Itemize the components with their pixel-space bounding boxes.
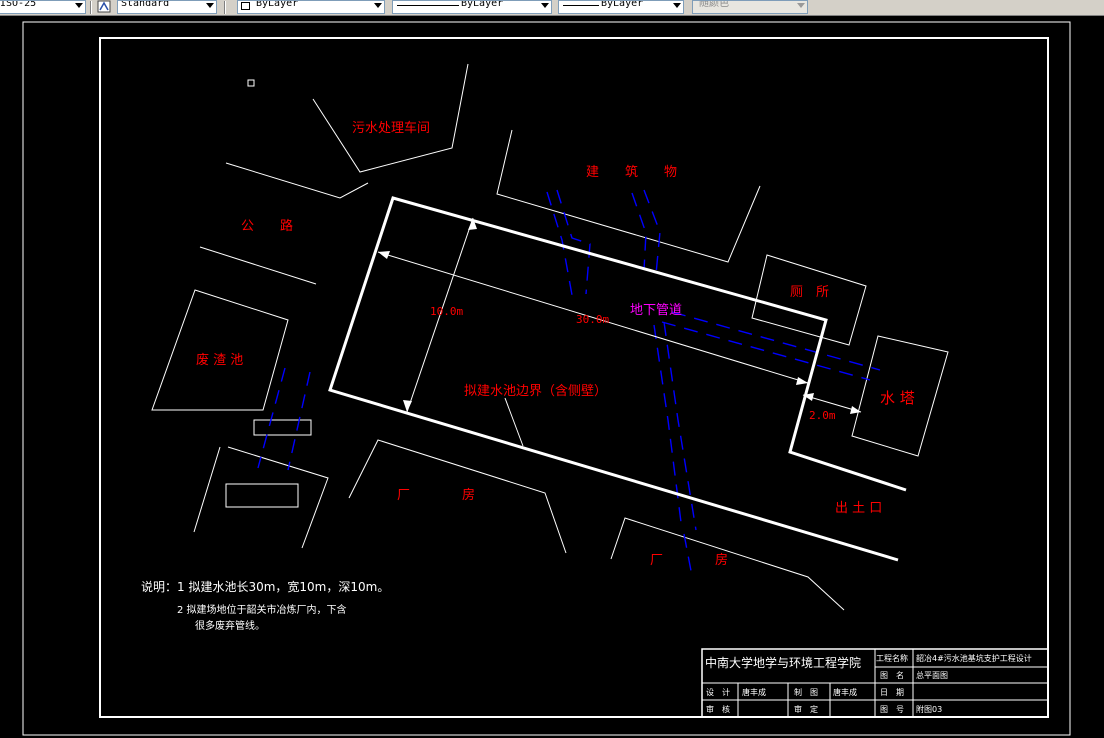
site-line-right bbox=[227, 446, 329, 549]
toolbar-separator bbox=[224, 1, 226, 14]
site-line-left bbox=[193, 446, 221, 533]
chevron-down-icon[interactable] bbox=[75, 3, 83, 8]
approve-label: 审 定 bbox=[794, 704, 818, 714]
lineweight-dropdown[interactable]: ByLayer bbox=[558, 0, 684, 14]
institution-name: 中南大学地学与环境工程学院 bbox=[705, 655, 861, 670]
label-slag-pool: 废 渣 池 bbox=[196, 352, 243, 368]
sheet-outer-border bbox=[22, 21, 1071, 736]
color-swatch-icon bbox=[241, 2, 250, 10]
date-label: 日 期 bbox=[880, 688, 904, 697]
pipe-line bbox=[287, 371, 311, 471]
road-edge-upper bbox=[225, 162, 369, 199]
dimension-width-text: 10.0m bbox=[430, 305, 463, 318]
chevron-down-icon[interactable] bbox=[206, 3, 214, 8]
sewage-workshop-outline bbox=[312, 63, 469, 173]
chevron-down-icon[interactable] bbox=[374, 3, 382, 8]
toilet-outline bbox=[751, 254, 867, 346]
pool-boundary bbox=[328, 196, 907, 562]
linetype-value: ByLayer bbox=[461, 0, 504, 9]
chevron-down-icon[interactable] bbox=[673, 3, 681, 8]
pipe-line bbox=[643, 189, 661, 275]
textstyle-value: Standard bbox=[121, 0, 170, 9]
drawing-canvas[interactable]: 污水处理车间 公 路 建 筑 物 厕 所 废 渣 池 水 塔 拟建水池边界（含侧… bbox=[0, 16, 1104, 738]
lineweight-value: ByLayer bbox=[601, 0, 644, 9]
design-label: 设 计 bbox=[706, 687, 730, 697]
chevron-down-icon[interactable] bbox=[797, 3, 805, 8]
plotstyle-value: 随颜色 bbox=[699, 0, 729, 9]
label-soil-exit: 出 土 口 bbox=[835, 501, 882, 516]
slag-pool-outline bbox=[151, 289, 289, 411]
label-road: 公 路 bbox=[241, 218, 293, 234]
note-line-2: 2 拟建场地位于韶关市冶炼厂内，下含 bbox=[177, 603, 347, 616]
project-name-value: 韶冶4#污水池基坑支护工程设计 bbox=[916, 653, 1032, 663]
text-style-icon[interactable] bbox=[97, 0, 111, 13]
pool-boundary-line bbox=[328, 196, 907, 562]
dimension-lines bbox=[377, 217, 862, 447]
point-marker bbox=[247, 79, 255, 87]
label-underground-pipe: 地下管道 bbox=[630, 303, 682, 318]
chevron-down-icon[interactable] bbox=[541, 3, 549, 8]
pipe-line bbox=[257, 367, 286, 469]
pipe-line bbox=[653, 324, 683, 531]
pipe-line bbox=[631, 192, 647, 271]
linetype-dropdown[interactable]: ByLayer bbox=[392, 0, 552, 14]
label-factory-1: 厂 房 bbox=[397, 487, 475, 503]
draw-value: 唐丰成 bbox=[833, 687, 857, 697]
textstyle-dropdown[interactable]: Standard bbox=[117, 0, 217, 14]
dimstyle-value: ISO-25 bbox=[0, 0, 37, 9]
note-line-1: 说明：1 拟建水池长30m，宽10m，深10m。 bbox=[141, 579, 389, 594]
label-factory-2: 厂 房 bbox=[650, 552, 728, 568]
properties-toolbar: ISO-25 Standard ByLayer ByLayer ByLayer … bbox=[0, 0, 1104, 16]
drawing-notes: 说明：1 拟建水池长30m，宽10m，深10m。 2 拟建场地位于韶关市冶炼厂内… bbox=[141, 579, 389, 632]
cad-drawing[interactable]: 污水处理车间 公 路 建 筑 物 厕 所 废 渣 池 水 塔 拟建水池边界（含侧… bbox=[0, 16, 1104, 738]
linetype-preview bbox=[397, 5, 459, 6]
road-edge-lower bbox=[199, 246, 317, 285]
draw-label: 制 图 bbox=[794, 687, 818, 697]
review-label: 审 核 bbox=[706, 704, 730, 714]
layer-color-value: ByLayer bbox=[256, 0, 299, 9]
site-features bbox=[151, 63, 949, 611]
toolbar-separator bbox=[90, 1, 92, 14]
boundary-leader-line bbox=[504, 397, 524, 447]
label-pool-boundary: 拟建水池边界（含侧壁） bbox=[464, 383, 607, 399]
design-value: 唐丰成 bbox=[742, 687, 766, 697]
number-label: 图 号 bbox=[880, 705, 904, 714]
layer-color-dropdown[interactable]: ByLayer bbox=[237, 0, 385, 14]
small-structure-1 bbox=[253, 419, 312, 436]
lineweight-preview bbox=[563, 5, 599, 6]
arrow-icon bbox=[378, 251, 390, 259]
drawing-name-value: 总平面图 bbox=[916, 670, 948, 680]
arrow-icon bbox=[403, 400, 412, 412]
small-structure-2 bbox=[225, 483, 299, 508]
arrow-icon bbox=[796, 377, 808, 385]
number-value: 附图03 bbox=[916, 704, 942, 714]
label-sewage-workshop: 污水处理车间 bbox=[352, 120, 430, 136]
label-water-tower: 水 塔 bbox=[880, 389, 915, 407]
label-building: 建 筑 物 bbox=[586, 164, 677, 180]
note-line-3: 很多废弃管线。 bbox=[195, 619, 265, 632]
label-toilet: 厕 所 bbox=[790, 285, 829, 300]
project-name-label: 工程名称 bbox=[876, 653, 908, 663]
pipe-line bbox=[661, 321, 871, 381]
dimstyle-dropdown[interactable]: ISO-25 bbox=[0, 0, 86, 14]
building-outline bbox=[496, 129, 761, 263]
dimension-offset-text: 2.0m bbox=[809, 409, 836, 422]
plotstyle-dropdown[interactable]: 随颜色 bbox=[692, 0, 808, 14]
pipe-line bbox=[671, 311, 881, 371]
dimension-length-text: 30.0m bbox=[576, 313, 609, 326]
drawing-name-label: 图 名 bbox=[880, 670, 904, 680]
